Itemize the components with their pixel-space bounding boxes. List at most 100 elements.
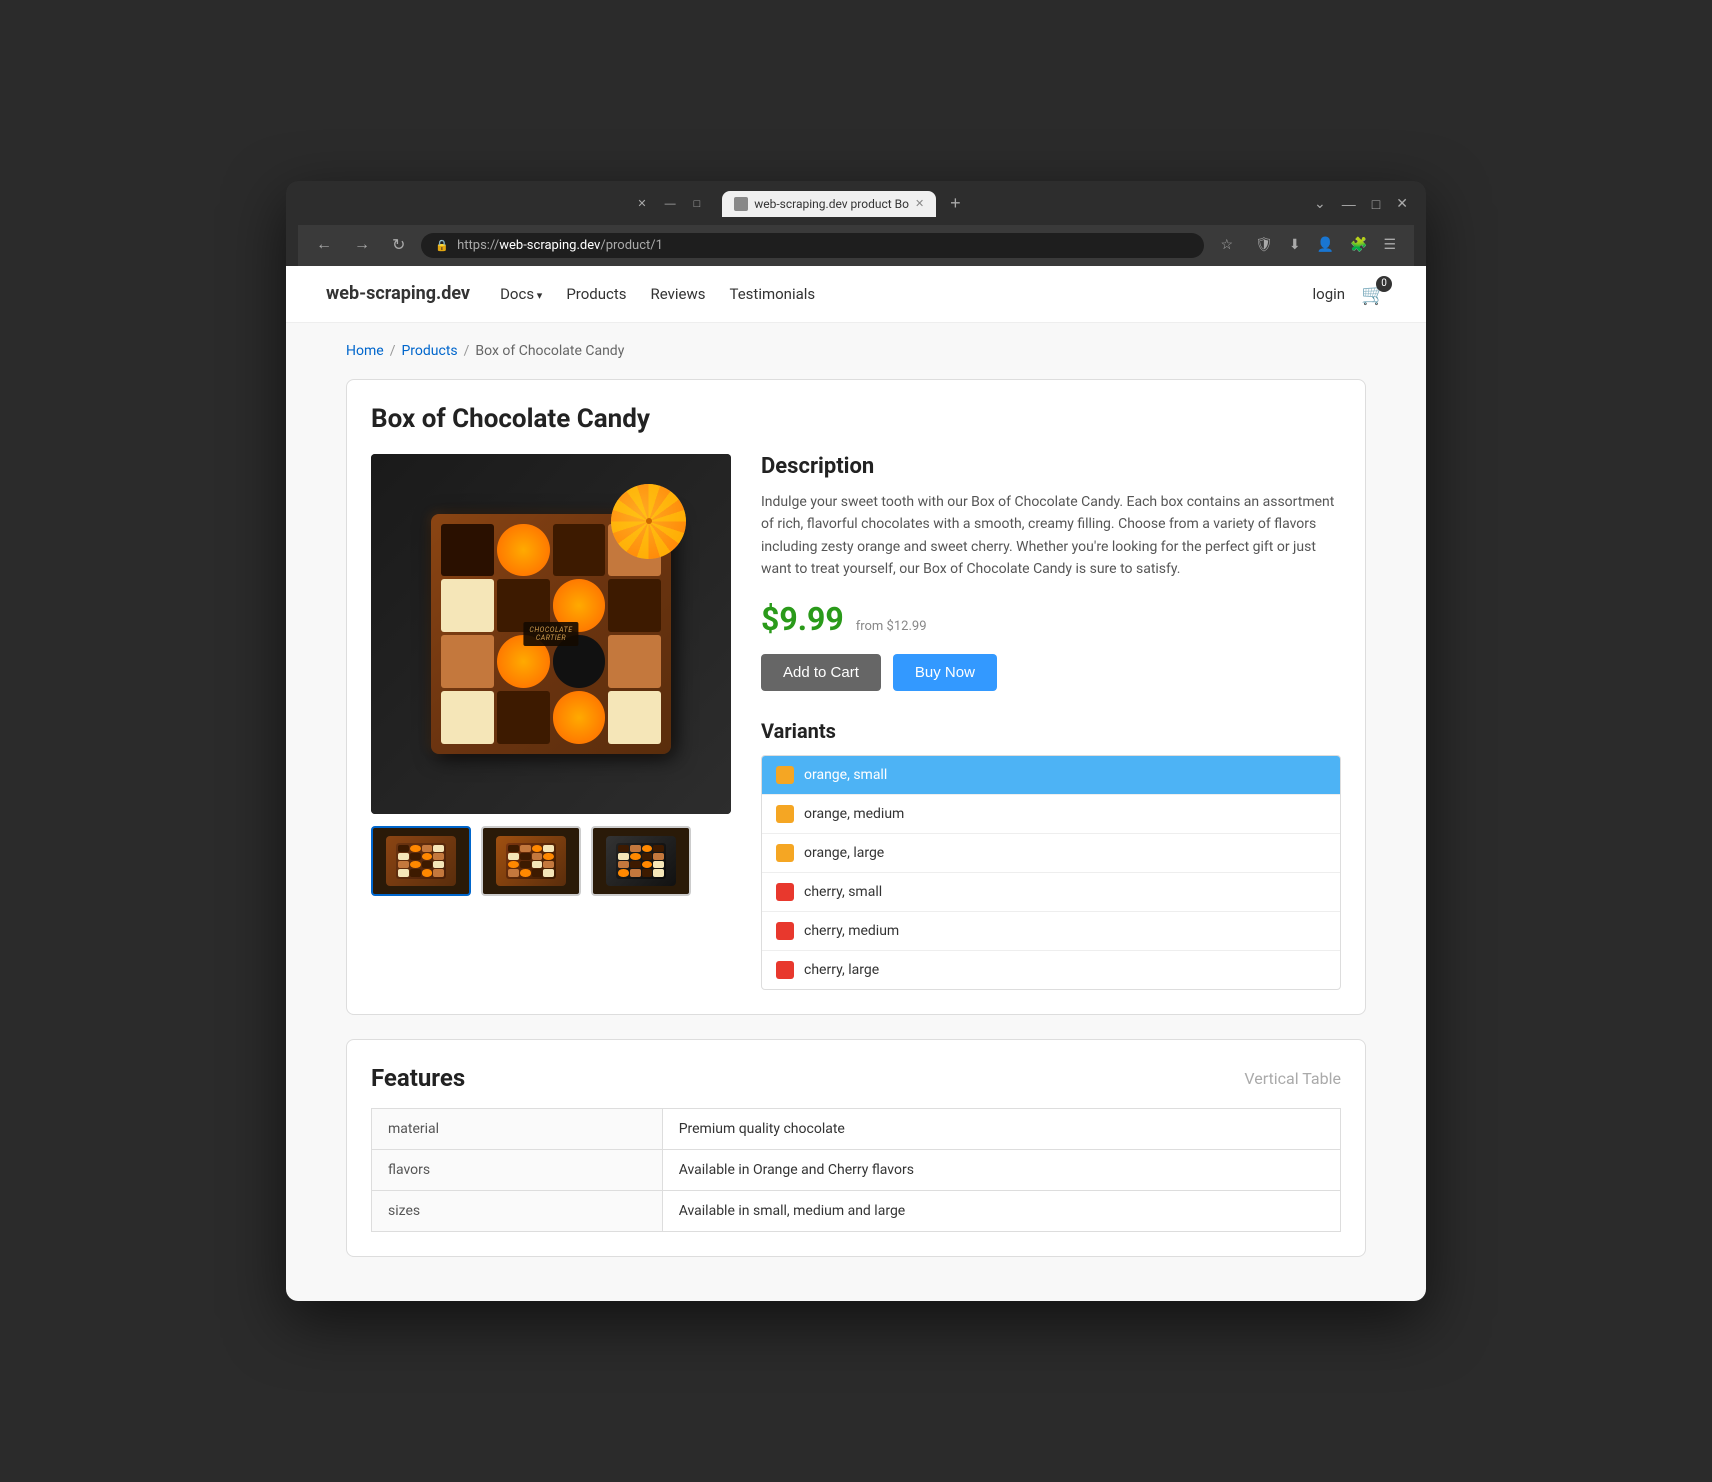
chevron-down-icon[interactable]: ⌄ — [1308, 193, 1332, 214]
back-button[interactable]: ← — [310, 234, 338, 256]
variant-label: orange, small — [804, 767, 887, 783]
feature-row: sizesAvailable in small, medium and larg… — [372, 1191, 1341, 1232]
window-max-btn[interactable]: □ — [1366, 194, 1386, 214]
variant-label: orange, large — [804, 845, 884, 861]
price-original: from $12.99 — [856, 619, 927, 634]
breadcrumb-products[interactable]: Products — [401, 343, 457, 359]
color-swatch — [776, 922, 794, 940]
thumbnail-row — [371, 826, 731, 896]
variant-item[interactable]: orange, large — [762, 834, 1340, 873]
tab-title: web-scraping.dev product Bo — [754, 197, 909, 211]
variant-item[interactable]: orange, medium — [762, 795, 1340, 834]
color-swatch — [776, 961, 794, 979]
address-bar: ← → ↻ 🔒 https://web-scraping.dev/product… — [298, 225, 1414, 266]
window-maximize-btn[interactable]: □ — [688, 196, 707, 212]
feature-value: Premium quality chocolate — [662, 1109, 1340, 1150]
thumbnail-1[interactable] — [371, 826, 471, 896]
variant-label: orange, medium — [804, 806, 904, 822]
url-display: https://web-scraping.dev/product/1 — [457, 238, 663, 253]
nav-products[interactable]: Products — [566, 285, 626, 303]
site-header: web-scraping.dev Docs Products Reviews T… — [286, 266, 1426, 323]
variant-label: cherry, small — [804, 884, 882, 900]
cart-icon[interactable]: 🛒 0 — [1361, 282, 1386, 306]
color-swatch — [776, 805, 794, 823]
site-nav: Docs Products Reviews Testimonials — [500, 285, 815, 303]
features-section: Features Vertical Table materialPremium … — [346, 1039, 1366, 1257]
tab-close-btn[interactable]: ✕ — [915, 197, 924, 210]
extensions-icon[interactable]: 🧩 — [1344, 233, 1373, 257]
main-product-image[interactable]: CHOCOLATECARTIER — [371, 454, 731, 814]
thumbnail-2[interactable] — [481, 826, 581, 896]
product-card: Box of Chocolate Candy — [346, 379, 1366, 1016]
active-tab[interactable]: web-scraping.dev product Bo ✕ — [722, 191, 936, 217]
menu-icon[interactable]: ☰ — [1377, 233, 1402, 257]
variant-item[interactable]: cherry, medium — [762, 912, 1340, 951]
color-swatch — [776, 844, 794, 862]
login-link[interactable]: login — [1313, 285, 1346, 303]
breadcrumb-home[interactable]: Home — [346, 343, 384, 359]
color-swatch — [776, 883, 794, 901]
nav-testimonials[interactable]: Testimonials — [729, 285, 815, 303]
breadcrumb-sep-2: / — [464, 343, 470, 359]
window-close-btn[interactable]: ✕ — [631, 195, 652, 212]
tab-bar: ✕ — □ web-scraping.dev product Bo ✕ + ⌄ … — [298, 191, 1414, 217]
variant-label: cherry, medium — [804, 923, 899, 939]
browser-toolbar: 🛡 ⬇ 👤 🧩 ☰ — [1249, 233, 1402, 257]
cart-badge: 0 — [1376, 276, 1392, 292]
product-title: Box of Chocolate Candy — [371, 404, 1341, 434]
window-min-btn[interactable]: — — [1336, 194, 1362, 214]
site-logo: web-scraping.dev — [326, 283, 470, 304]
variant-item[interactable]: cherry, small — [762, 873, 1340, 912]
button-row: Add to Cart Buy Now — [761, 654, 1341, 691]
product-images: CHOCOLATECARTIER — [371, 454, 731, 991]
browser-window: ✕ — □ web-scraping.dev product Bo ✕ + ⌄ … — [286, 181, 1426, 1302]
breadcrumb: Home / Products / Box of Chocolate Candy — [346, 343, 1366, 359]
feature-value: Available in small, medium and large — [662, 1191, 1340, 1232]
feature-key: flavors — [372, 1150, 663, 1191]
product-body: CHOCOLATECARTIER — [371, 454, 1341, 991]
window-x-btn[interactable]: ✕ — [1390, 193, 1414, 214]
star-icon[interactable]: ☆ — [1214, 233, 1239, 257]
shield-icon[interactable]: 🛡 — [1249, 233, 1279, 257]
variant-item[interactable]: cherry, large — [762, 951, 1340, 989]
nav-docs[interactable]: Docs — [500, 285, 542, 303]
page-content: web-scraping.dev Docs Products Reviews T… — [286, 266, 1426, 1302]
download-icon[interactable]: ⬇ — [1283, 233, 1307, 257]
nav-reviews[interactable]: Reviews — [651, 285, 706, 303]
buy-now-button[interactable]: Buy Now — [893, 654, 997, 691]
description-text: Indulge your sweet tooth with our Box of… — [761, 491, 1341, 581]
feature-key: sizes — [372, 1191, 663, 1232]
add-to-cart-button[interactable]: Add to Cart — [761, 654, 881, 691]
main-content: Home / Products / Box of Chocolate Candy… — [326, 323, 1386, 1302]
price-row: $9.99 from $12.99 — [761, 600, 1341, 638]
variant-item[interactable]: orange, small — [762, 756, 1340, 795]
features-header: Features Vertical Table — [371, 1064, 1341, 1092]
features-title: Features — [371, 1064, 465, 1092]
vertical-table-link[interactable]: Vertical Table — [1244, 1069, 1341, 1088]
breadcrumb-sep-1: / — [390, 343, 396, 359]
url-bar[interactable]: 🔒 https://web-scraping.dev/product/1 — [421, 233, 1204, 258]
tab-favicon — [734, 197, 748, 211]
features-table: materialPremium quality chocolateflavors… — [371, 1108, 1341, 1232]
variants-list: orange, small orange, medium orange, large… — [761, 755, 1341, 990]
browser-titlebar: ✕ — □ web-scraping.dev product Bo ✕ + ⌄ … — [286, 181, 1426, 266]
forward-button[interactable]: → — [348, 234, 376, 256]
variant-label: cherry, large — [804, 962, 879, 978]
profile-icon[interactable]: 👤 — [1311, 233, 1340, 257]
price-current: $9.99 — [761, 600, 844, 638]
feature-row: flavorsAvailable in Orange and Cherry fl… — [372, 1150, 1341, 1191]
header-right: login 🛒 0 — [1313, 282, 1386, 306]
feature-row: materialPremium quality chocolate — [372, 1109, 1341, 1150]
refresh-button[interactable]: ↻ — [386, 233, 411, 257]
breadcrumb-current: Box of Chocolate Candy — [475, 343, 624, 359]
color-swatch — [776, 766, 794, 784]
lock-icon: 🔒 — [435, 239, 449, 252]
new-tab-btn[interactable]: + — [944, 191, 967, 216]
thumbnail-3[interactable] — [591, 826, 691, 896]
window-minimize-btn[interactable]: — — [659, 196, 682, 212]
product-details: Description Indulge your sweet tooth wit… — [761, 454, 1341, 991]
feature-key: material — [372, 1109, 663, 1150]
description-title: Description — [761, 454, 1341, 479]
variants-title: Variants — [761, 719, 1341, 743]
url-host: web-scraping.dev — [499, 238, 600, 253]
